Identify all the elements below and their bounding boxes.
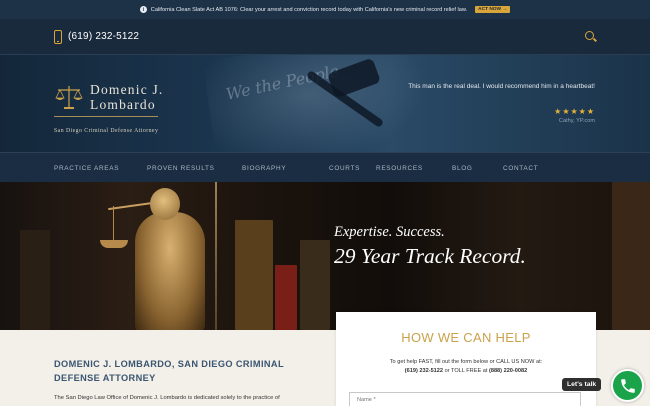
form-phone-link[interactable]: (619) 232-5122 bbox=[405, 368, 443, 374]
main-nav: PRACTICE AREAS PROVEN RESULTS BIOGRAPHY … bbox=[0, 152, 650, 182]
nav-item-blog[interactable]: BLOG bbox=[452, 165, 503, 172]
book-spine-image bbox=[275, 265, 297, 330]
sword-image bbox=[215, 182, 217, 330]
testimonial-quote: This man is the real deal. I would recom… bbox=[408, 83, 595, 90]
form-title: HOW WE CAN HELP bbox=[401, 330, 531, 345]
search-icon[interactable] bbox=[585, 31, 594, 40]
logo-tagline-text: San Diego Criminal Defense Attorney bbox=[54, 128, 159, 134]
book-spine-image bbox=[300, 240, 330, 330]
logo-tagline: San Diego Criminal Defense Attorney bbox=[54, 116, 159, 137]
notice-text: California Clean Slate Act AB 1076: Clea… bbox=[150, 6, 468, 13]
form-tollfree-link[interactable]: (888) 220-0082 bbox=[489, 368, 527, 374]
intro-paragraph: The San Diego Law Office of Domenic J. L… bbox=[54, 395, 280, 401]
form-toll-free-label: or TOLL FREE at bbox=[444, 368, 488, 374]
form-phone-line: (619) 232-5122 or TOLL FREE at (888) 220… bbox=[336, 368, 596, 374]
phone-handset-icon bbox=[620, 378, 635, 393]
lady-justice-statue-image bbox=[135, 212, 205, 330]
hero-tagline-1: Expertise. Success. bbox=[334, 224, 445, 240]
page-title: DOMENIC J. LOMBARDO, SAN DIEGO CRIMINAL … bbox=[54, 359, 284, 383]
info-icon: i bbox=[139, 6, 147, 13]
rating-stars-icon: ★★★★★ bbox=[554, 107, 595, 116]
name-input[interactable] bbox=[349, 392, 581, 406]
lady-justice-head-image bbox=[150, 188, 180, 220]
book-spine-image bbox=[235, 220, 273, 330]
logo-name-line1: Domenic J. bbox=[90, 82, 164, 97]
scale-pan-image bbox=[100, 240, 128, 248]
nav-item-proven-results[interactable]: PROVEN RESULTS bbox=[147, 165, 242, 172]
scale-chain-image bbox=[113, 206, 114, 240]
phone-number-link[interactable]: (619) 232-5122 bbox=[68, 31, 139, 42]
chat-call-button[interactable] bbox=[611, 369, 644, 402]
hero-banner bbox=[0, 182, 650, 330]
act-now-button[interactable]: ACT NOW → bbox=[475, 6, 511, 13]
nav-item-resources[interactable]: RESOURCES bbox=[376, 165, 452, 172]
phone-bar: (619) 232-5122 bbox=[0, 19, 650, 55]
chat-label[interactable]: Let's talk bbox=[562, 378, 602, 391]
testimonial-reviewer: Cathy, YP.com bbox=[558, 118, 595, 124]
book-spine-image bbox=[20, 230, 50, 330]
nav-item-courts[interactable]: COURTS bbox=[329, 165, 376, 172]
hero-tagline-2: 29 Year Track Record. bbox=[334, 244, 526, 268]
contact-form-card: HOW WE CAN HELP To get help FAST, fill o… bbox=[336, 312, 596, 406]
scales-of-justice-icon bbox=[55, 86, 83, 109]
logo-name-line2: Lombardo bbox=[90, 97, 156, 112]
nav-item-biography[interactable]: BIOGRAPHY bbox=[242, 165, 329, 172]
nav-item-practice-areas[interactable]: PRACTICE AREAS bbox=[54, 165, 147, 172]
site-header: We the People Domenic J. Lombardo San Di… bbox=[0, 55, 650, 152]
form-instructions: To get help FAST, fill out the form belo… bbox=[389, 359, 543, 365]
notice-bar: i California Clean Slate Act AB 1076: Cl… bbox=[0, 0, 650, 19]
nav-item-contact[interactable]: CONTACT bbox=[503, 165, 538, 172]
logo-wordmark[interactable]: Domenic J. Lombardo bbox=[90, 82, 164, 112]
book-spine-image bbox=[612, 182, 650, 330]
phone-icon bbox=[54, 30, 62, 44]
